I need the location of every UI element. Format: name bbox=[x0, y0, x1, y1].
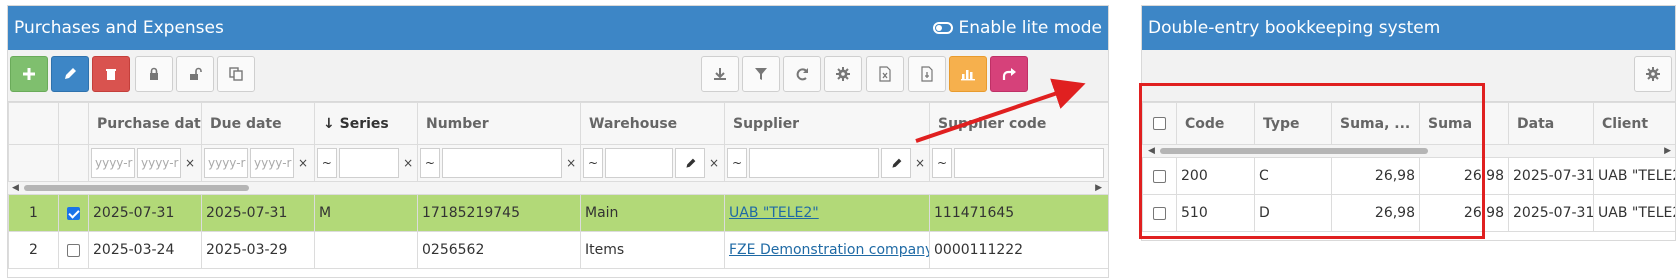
annotation-arrow bbox=[915, 78, 1086, 143]
arrow-line bbox=[915, 78, 1086, 143]
